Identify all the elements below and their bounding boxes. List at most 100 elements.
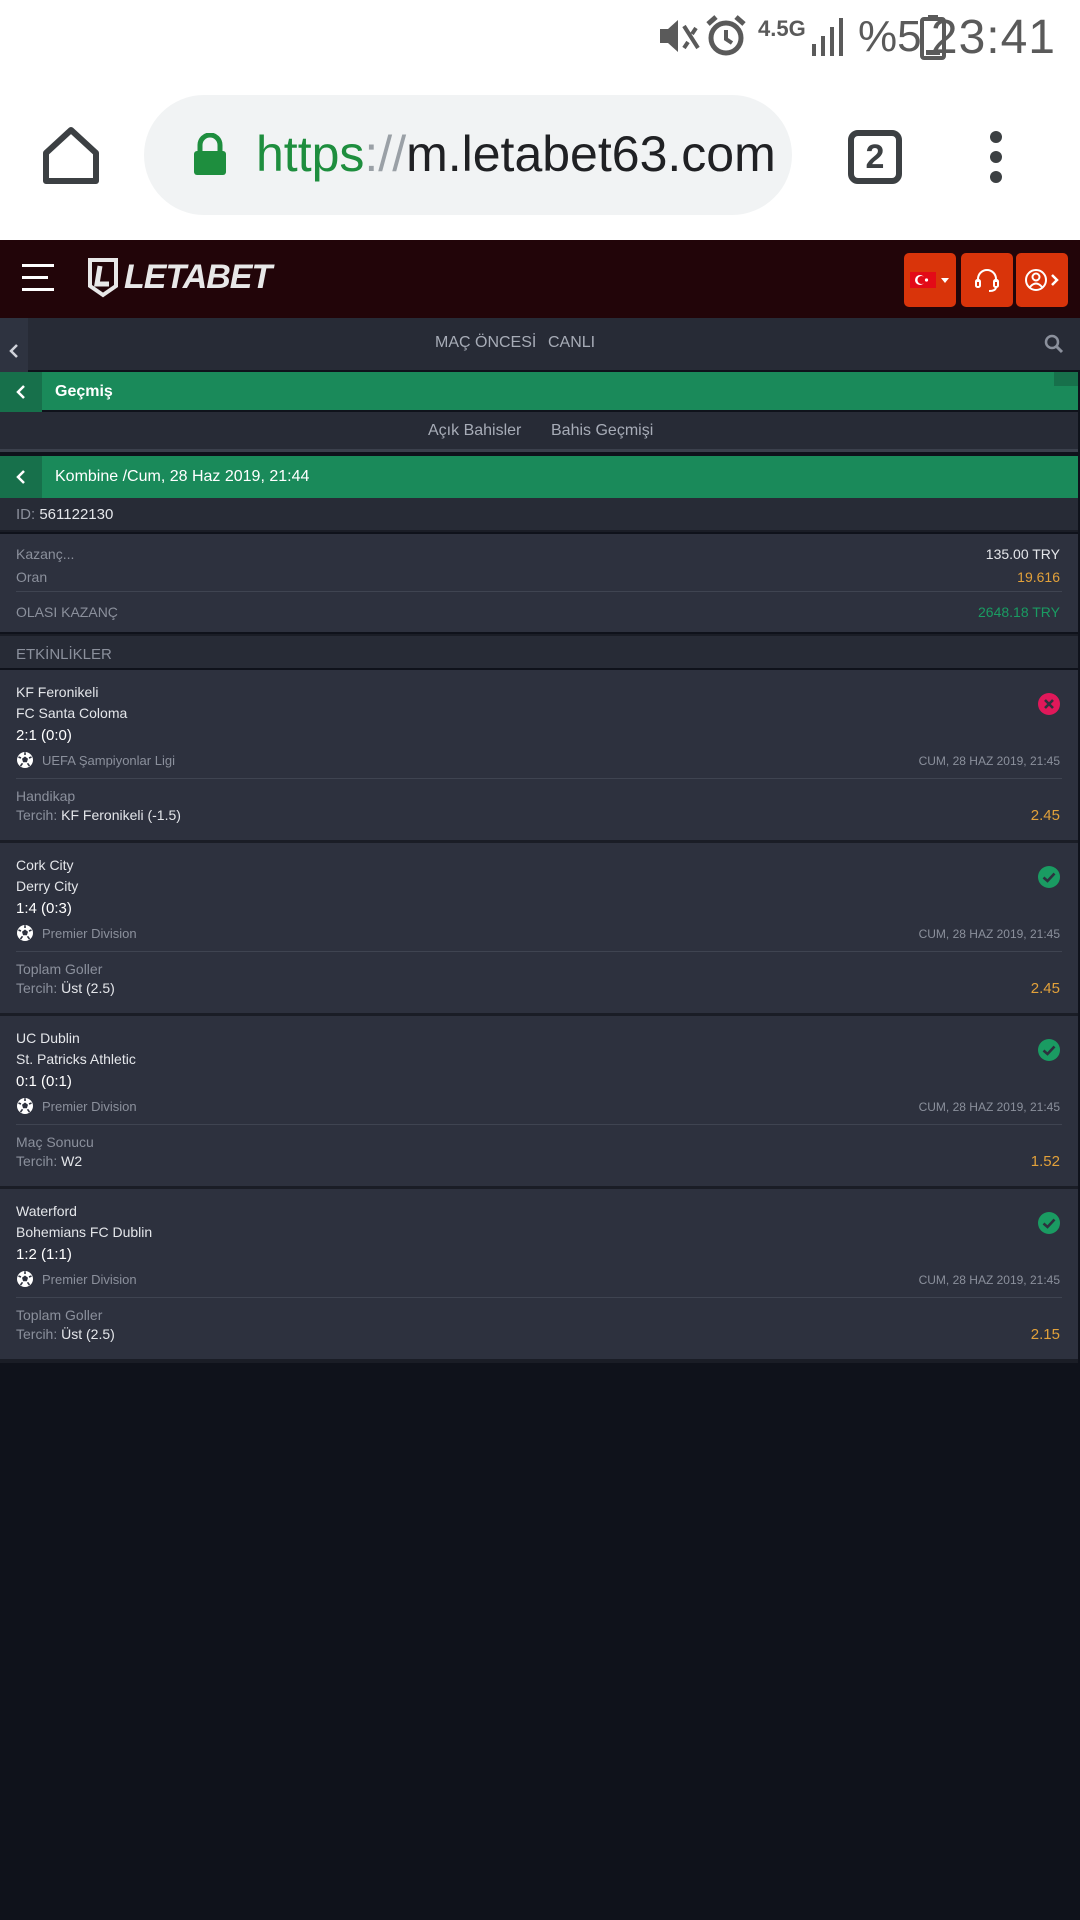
battery-percent: %5 — [858, 12, 922, 61]
league-row: Premier Division — [16, 1270, 137, 1288]
coupon-id-row: ID: 561122130 — [0, 498, 1078, 532]
status-bar: 4.5G %5 23:41 — [0, 0, 1080, 75]
soccer-ball-icon — [17, 1271, 33, 1287]
event-odd: 2.45 — [1030, 807, 1060, 824]
chevron-left-icon — [9, 344, 18, 358]
soccer-ball-icon — [17, 752, 33, 768]
potential-win-label: OLASI KAZANÇ — [16, 604, 118, 620]
address-bar[interactable]: https://m.letabet63.com — [144, 95, 792, 215]
soccer-ball-icon — [17, 1098, 33, 1114]
chevron-left-icon — [16, 385, 25, 399]
league-name: Premier Division — [42, 925, 137, 941]
league-row: Premier Division — [16, 924, 137, 942]
coupon-id-label: ID: — [16, 506, 36, 523]
pick-value: Üst (2.5) — [61, 1326, 115, 1342]
bar-edge — [1054, 372, 1078, 386]
coupon-summary: Kazanç... 135.00 TRY Oran 19.616 OLASI K… — [0, 534, 1078, 632]
market-name: Toplam Goller — [16, 1307, 103, 1323]
league-row: Premier Division — [16, 1097, 137, 1115]
event-score: 2:1 (0:0) — [16, 727, 72, 744]
pick-value: KF Feronikeli (-1.5) — [61, 807, 181, 823]
coupon-id: 561122130 — [39, 506, 114, 523]
alarm-icon — [706, 15, 746, 56]
history-title: Geçmiş — [55, 383, 113, 400]
pick-label: Tercih: — [16, 980, 58, 996]
soccer-ball-icon — [17, 925, 33, 941]
event-date: CUM, 28 HAZ 2019, 21:45 — [918, 754, 1060, 768]
event-date: CUM, 28 HAZ 2019, 21:45 — [918, 927, 1060, 941]
event-odd: 2.45 — [1030, 980, 1060, 997]
site-logo[interactable]: LETABET — [86, 256, 272, 298]
clock: 23:41 — [930, 11, 1056, 64]
home-team: KF Feronikeli — [16, 684, 99, 700]
status-slot — [1037, 1211, 1061, 1235]
away-team: Derry City — [16, 878, 79, 894]
league-name: UEFA Şampiyonlar Ligi — [42, 752, 175, 768]
pick-value: W2 — [61, 1153, 83, 1169]
logo-mark-icon — [88, 258, 118, 298]
event-score: 1:2 (1:1) — [16, 1246, 72, 1263]
hamburger-icon[interactable] — [20, 260, 56, 296]
status-slot — [1037, 1038, 1061, 1062]
pick-value: Üst (2.5) — [61, 980, 115, 996]
x-circle-icon — [1038, 693, 1060, 715]
home-team: Waterford — [16, 1203, 77, 1219]
chevron-left-icon — [16, 470, 25, 484]
away-team: Bohemians FC Dublin — [16, 1224, 153, 1240]
url-text: https://m.letabet63.com — [256, 126, 776, 182]
stake-label: Kazanç... — [16, 546, 75, 562]
tab-bet-history[interactable]: Bahis Geçmişi — [551, 422, 653, 440]
market-name: Handikap — [16, 788, 76, 804]
history-back-button[interactable] — [0, 372, 42, 412]
divider — [16, 1124, 1062, 1125]
more-vert-icon[interactable] — [984, 127, 1008, 187]
check-circle-icon — [1038, 866, 1060, 888]
search-icon[interactable] — [1044, 334, 1064, 354]
account-button[interactable] — [1016, 253, 1068, 307]
market-name: Toplam Goller — [16, 961, 103, 977]
card-separator — [0, 1359, 1078, 1363]
league-name: Premier Division — [42, 1098, 137, 1114]
lock-icon — [194, 133, 226, 175]
event-score: 1:4 (0:3) — [16, 900, 72, 917]
divider — [16, 591, 1062, 592]
pick-label: Tercih: — [16, 1326, 58, 1342]
total-odds: 19.616 — [1017, 569, 1060, 585]
site-header: LETABET — [0, 240, 1080, 318]
event-card: Waterford Bohemians FC Dublin 1:2 (1:1) … — [0, 1189, 1078, 1363]
user-icon — [1025, 269, 1059, 291]
support-button[interactable] — [961, 253, 1013, 307]
divider — [16, 1297, 1062, 1298]
home-icon[interactable] — [40, 125, 102, 185]
event-card: UC Dublin St. Patricks Athletic 0:1 (0:1… — [0, 1016, 1078, 1190]
away-team: St. Patricks Athletic — [16, 1051, 136, 1067]
league-name: Premier Division — [42, 1271, 137, 1287]
history-header: Geçmiş — [0, 372, 1078, 412]
nav-live[interactable]: CANLI — [548, 334, 595, 352]
status-slot — [1037, 692, 1061, 716]
home-team: Cork City — [16, 857, 74, 873]
event-card: KF Feronikeli FC Santa Coloma 2:1 (0:0) … — [0, 670, 1078, 844]
nav-prematch[interactable]: MAÇ ÖNCESİ — [435, 334, 536, 352]
event-date: CUM, 28 HAZ 2019, 21:45 — [918, 1273, 1060, 1287]
mute-icon — [660, 20, 700, 52]
check-circle-icon — [1038, 1212, 1060, 1234]
market-name: Maç Sonucu — [16, 1134, 94, 1150]
pick-label: Tercih: — [16, 807, 58, 823]
events-header: ETKİNLİKLER — [0, 634, 1078, 668]
potential-win-value: 2648.18 TRY — [978, 604, 1060, 620]
status-slot — [1037, 865, 1061, 889]
event-score: 0:1 (0:1) — [16, 1073, 72, 1090]
odds-label: Oran — [16, 569, 48, 585]
divider — [16, 778, 1062, 779]
tab-switcher-button[interactable]: 2 — [848, 130, 902, 184]
check-circle-icon — [1038, 1039, 1060, 1061]
coupon-title: Kombine /Cum, 28 Haz 2019, 21:44 — [55, 468, 310, 485]
event-odd: 1.52 — [1030, 1153, 1060, 1170]
event-card: Cork City Derry City 1:4 (0:3) Premier D… — [0, 843, 1078, 1017]
language-button[interactable] — [904, 253, 956, 307]
divider — [16, 951, 1062, 952]
sport-nav: MAÇ ÖNCESİ CANLI — [0, 318, 1080, 384]
tab-open-bets[interactable]: Açık Bahisler — [428, 422, 521, 440]
coupon-back-button[interactable] — [0, 456, 42, 498]
